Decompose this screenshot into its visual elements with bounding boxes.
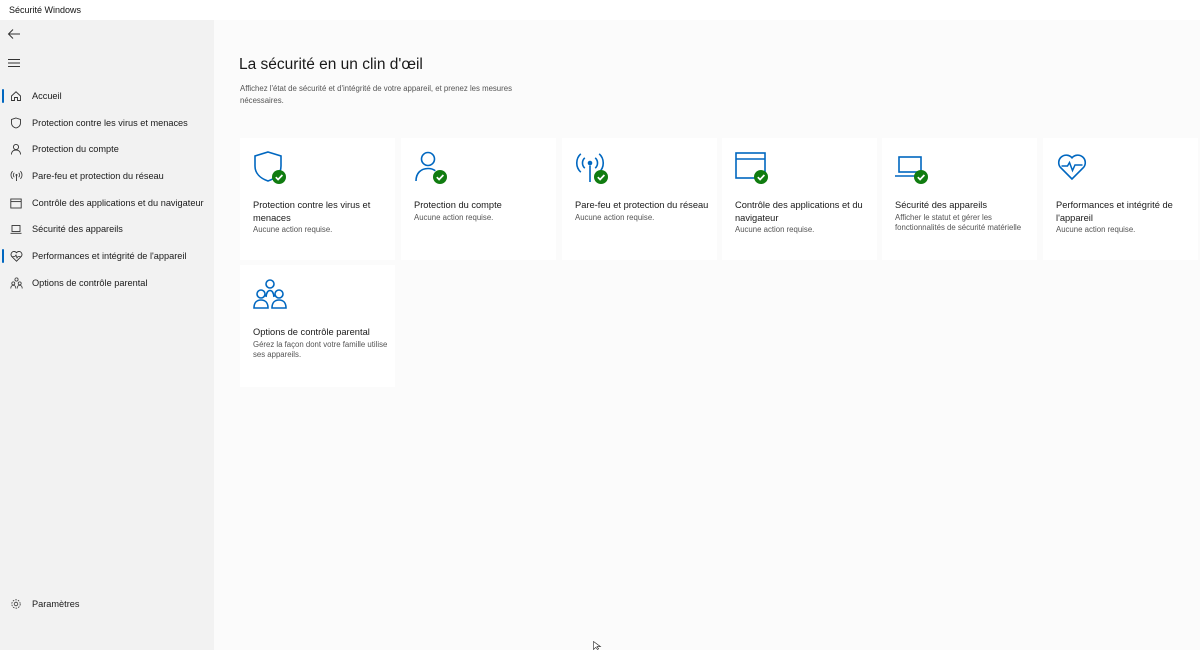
tile-device-security[interactable]: Sécurité des appareils Afficher le statu… [882,138,1037,260]
tile-title: Performances et intégrité de l'appareil [1056,200,1173,223]
person-check-icon [415,151,447,184]
mouse-cursor-icon [593,641,602,650]
page-subtitle: Affichez l'état de sécurité et d'intégri… [240,84,512,105]
wifi-antenna-icon [0,170,32,182]
sidebar-item-family[interactable]: Options de contrôle parental [0,270,214,296]
tile-device-performance[interactable]: Performances et intégrité de l'appareil … [1043,138,1198,260]
sidebar-item-label: Accueil [32,91,62,101]
heart-pulse-icon [1057,154,1087,181]
back-arrow-icon [7,29,20,39]
tile-account-protection[interactable]: Protection du compte Aucune action requi… [401,138,556,260]
tile-title: Sécurité des appareils [895,200,987,210]
tile-title: Protection contre les virus et menaces [253,200,371,223]
home-icon [0,90,32,102]
laptop-check-icon [895,156,928,184]
sidebar-item-accueil[interactable]: Accueil [0,83,214,109]
tile-title: Contrôle des applications et du navigate… [735,200,863,223]
tile-title: Options de contrôle parental [253,327,370,337]
sidebar-item-label: Pare-feu et protection du réseau [32,171,164,181]
sidebar-item-performance[interactable]: Performances et intégrité de l'appareil [0,243,214,269]
sidebar: Accueil Protection contre les virus et m… [0,20,214,650]
tile-family-options[interactable]: Options de contrôle parental Gérez la fa… [240,265,395,387]
hamburger-icon [8,59,20,67]
main-content: La sécurité en un clin d'œil Affichez l'… [214,20,1200,650]
tile-status: Aucune action requise. [253,225,333,234]
sidebar-item-label: Options de contrôle parental [32,278,148,288]
shield-check-icon [254,151,286,184]
family-icon [0,277,32,289]
tile-status: Aucune action requise. [735,225,815,234]
antenna-check-icon [575,153,608,184]
page-title: La sécurité en un clin d'œil [239,56,423,73]
sidebar-item-device-security[interactable]: Sécurité des appareils [0,216,214,242]
back-button[interactable] [3,23,25,45]
sidebar-item-label: Sécurité des appareils [32,224,123,234]
sidebar-item-label: Performances et intégrité de l'appareil [32,251,187,261]
tile-app-browser-control[interactable]: Contrôle des applications et du navigate… [722,138,877,260]
menu-button[interactable] [3,52,25,74]
gear-icon [0,598,32,610]
tile-status: Gérez la façon dont votre famille utilis… [253,339,388,360]
laptop-icon [0,224,32,235]
shield-icon [0,117,32,129]
tile-title: Pare-feu et protection du réseau [575,200,709,210]
sidebar-item-label: Protection contre les virus et menaces [32,118,188,128]
tile-status: Aucune action requise. [414,212,494,222]
window-title: Sécurité Windows [0,0,1200,20]
tile-status: Afficher le statut et gérer les fonction… [895,212,1022,233]
tile-status: Aucune action requise. [575,212,655,222]
browser-window-icon [0,198,32,209]
tile-title: Protection du compte [414,200,502,210]
person-icon [0,143,32,155]
sidebar-item-account[interactable]: Protection du compte [0,136,214,162]
sidebar-item-settings[interactable]: Paramètres [0,591,214,617]
sidebar-item-app-browser[interactable]: Contrôle des applications et du navigate… [0,190,214,216]
sidebar-item-virus[interactable]: Protection contre les virus et menaces [0,110,214,136]
sidebar-item-firewall[interactable]: Pare-feu et protection du réseau [0,163,214,189]
sidebar-item-label: Contrôle des applications et du navigate… [32,198,204,208]
browser-check-icon [735,152,768,184]
sidebar-item-label: Protection du compte [32,144,119,154]
settings-label: Paramètres [32,599,80,609]
family-icon [253,279,287,309]
tile-virus-protection[interactable]: Protection contre les virus et menaces A… [240,138,395,260]
tile-status: Aucune action requise. [1056,225,1136,234]
heart-pulse-icon [0,250,32,262]
tile-firewall[interactable]: Pare-feu et protection du réseau Aucune … [562,138,717,260]
